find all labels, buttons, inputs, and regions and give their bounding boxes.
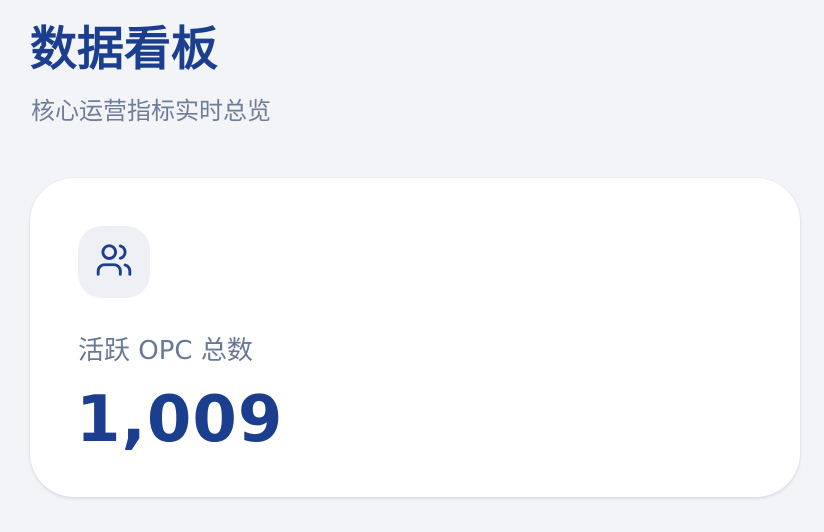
metric-icon-tile	[78, 226, 150, 298]
metric-value: 1,009	[76, 383, 284, 457]
active-opc-metric-card: 活跃 OPC 总数 1,009	[30, 178, 800, 497]
page-title: 数据看板	[30, 22, 218, 77]
metric-label: 活跃 OPC 总数	[78, 336, 253, 366]
users-icon	[95, 241, 133, 283]
page-subtitle: 核心运营指标实时总览	[31, 97, 271, 125]
